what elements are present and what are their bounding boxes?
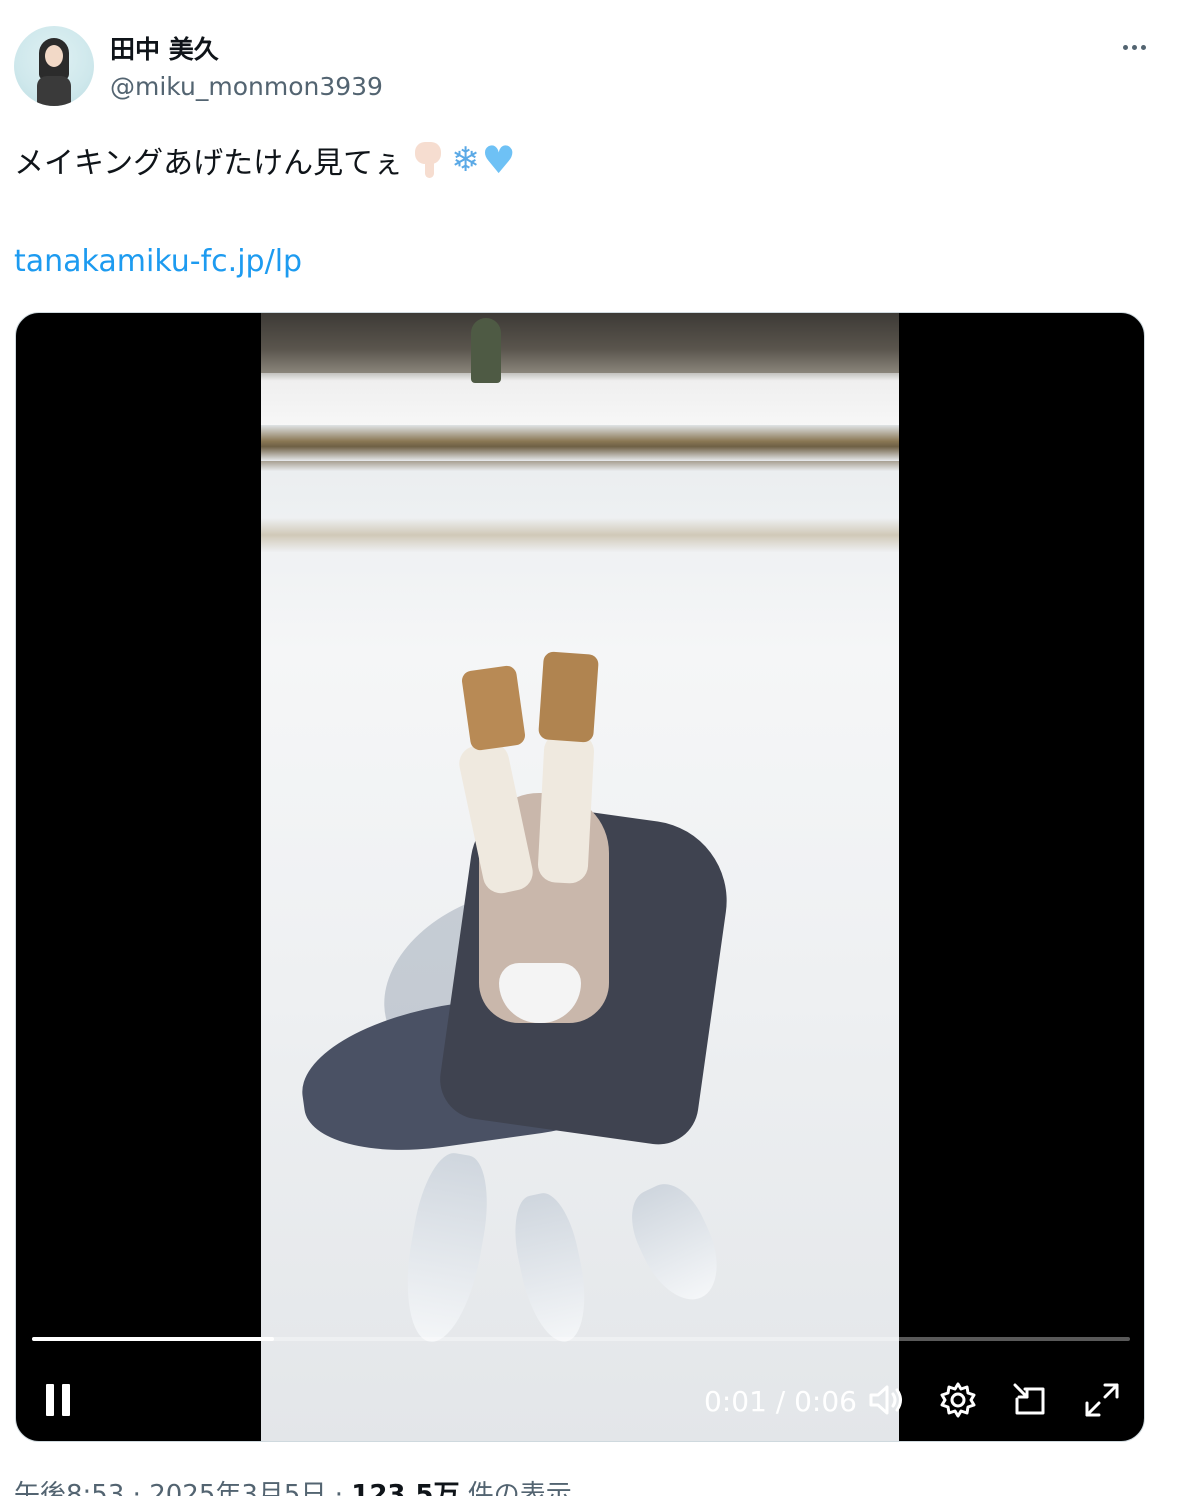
video-player[interactable]: 0:01 / 0:06	[15, 312, 1145, 1442]
video-furrow	[261, 518, 899, 552]
snowflake-emoji-icon: ❄	[451, 140, 480, 180]
settings-icon[interactable]	[936, 1378, 980, 1422]
footer-separator: ·	[334, 1480, 343, 1496]
video-footprint	[618, 1173, 734, 1313]
views-count: 123.5万	[351, 1480, 460, 1496]
tweet-text: メイキングあげたけん見てぇ ❄ ♥	[14, 138, 516, 182]
video-footprint	[395, 1148, 497, 1348]
more-options-icon[interactable]	[1114, 32, 1154, 62]
video-frame	[261, 313, 899, 1441]
avatar-face	[45, 45, 63, 67]
pause-icon[interactable]	[36, 1378, 80, 1422]
video-boot	[460, 664, 527, 752]
popout-icon[interactable]	[1008, 1378, 1052, 1422]
video-time: 0:01 / 0:06	[704, 1385, 857, 1418]
author-handle[interactable]: @miku_monmon3939	[110, 72, 383, 101]
tweet-footer: 午後8:53 · 2025年3月5日 · 123.5万 件の表示	[14, 1474, 572, 1496]
avatar-body	[37, 76, 71, 106]
post-time[interactable]: 午後8:53	[14, 1480, 124, 1496]
footer-separator: ·	[132, 1480, 141, 1496]
video-sock	[537, 731, 595, 885]
fullscreen-icon[interactable]	[1080, 1378, 1124, 1422]
post-date[interactable]: 2025年3月5日	[149, 1480, 326, 1496]
volume-icon[interactable]	[864, 1378, 908, 1422]
author-name[interactable]: 田中 美久	[110, 30, 219, 66]
video-progress-bar[interactable]	[32, 1337, 1130, 1341]
video-treeline	[261, 313, 899, 373]
video-boot	[537, 651, 600, 743]
pointing-down-emoji-icon	[411, 140, 445, 180]
tweet-body: メイキングあげたけん見てぇ	[14, 146, 404, 181]
views-label: 件の表示	[467, 1480, 572, 1496]
avatar[interactable]	[14, 26, 94, 106]
video-footprint	[506, 1188, 596, 1348]
video-controls: 0:01 / 0:06	[16, 1363, 1144, 1433]
blue-heart-emoji-icon: ♥	[481, 138, 516, 182]
video-progress-fill	[32, 1337, 274, 1341]
tweet-header: 田中 美久 @miku_monmon3939	[14, 24, 1154, 108]
video-tree	[471, 318, 501, 383]
video-furrow	[261, 425, 899, 461]
tweet-link[interactable]: tanakamiku-fc.jp/lp	[14, 244, 302, 279]
